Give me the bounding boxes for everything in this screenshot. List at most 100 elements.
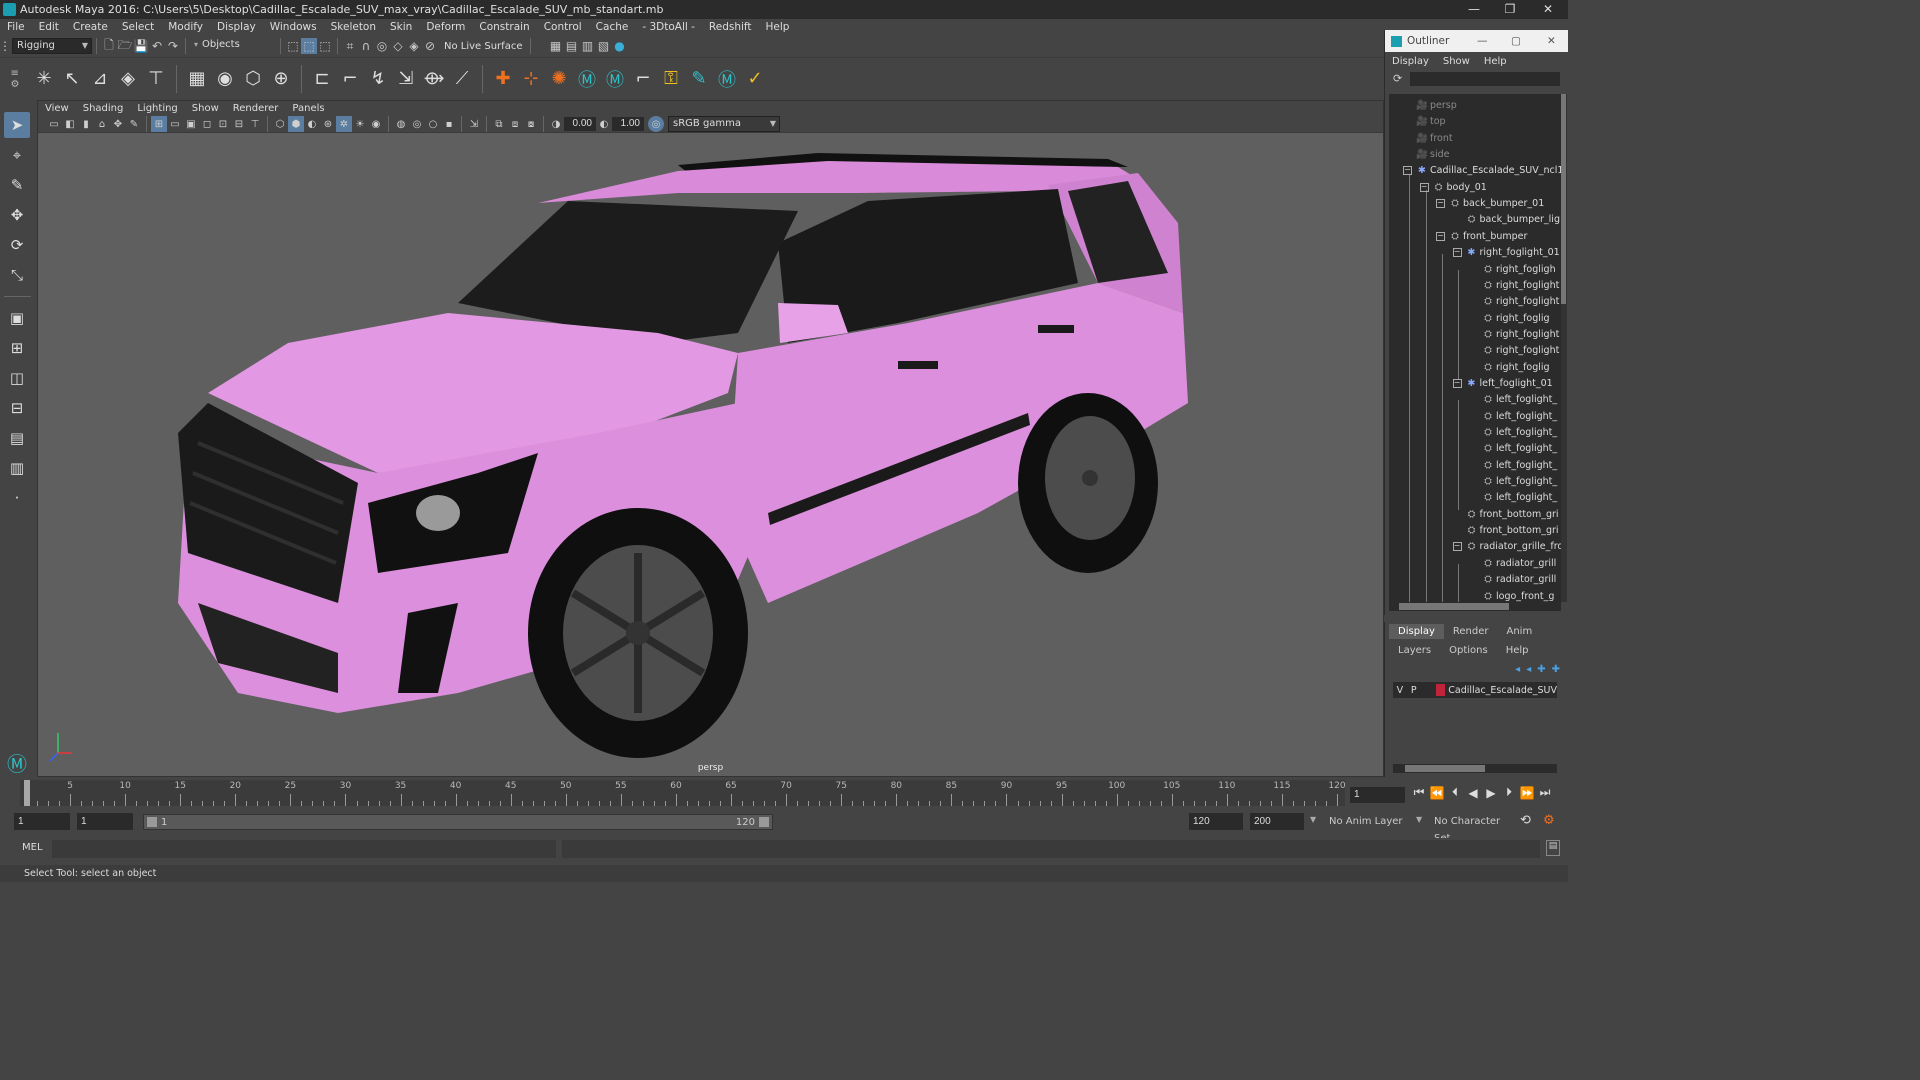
- menu-create[interactable]: Create: [66, 19, 115, 36]
- aim-constraint-icon[interactable]: ⊹: [517, 64, 545, 94]
- exposure-field[interactable]: [564, 117, 596, 131]
- play-forward-icon[interactable]: ▶: [1482, 786, 1500, 800]
- step-forward-frame-icon[interactable]: ⏵: [1500, 785, 1518, 800]
- chevron-down-icon[interactable]: ▼: [1310, 815, 1316, 824]
- layer-name[interactable]: Cadillac_Escalade_SUV: [1448, 685, 1557, 696]
- ik-spline-icon[interactable]: ⊿: [86, 64, 114, 94]
- menu-set-dropdown[interactable]: Rigging ▼: [12, 38, 92, 54]
- collapse-toggle-icon[interactable]: −: [1436, 231, 1445, 241]
- key-icon[interactable]: ⚿: [657, 64, 685, 94]
- cluster-icon[interactable]: ◉: [211, 64, 239, 94]
- viewport-panel[interactable]: View Shading Lighting Show Renderer Pane…: [37, 100, 1384, 777]
- outliner-menu-show[interactable]: Show: [1436, 54, 1477, 70]
- move-tool-icon[interactable]: ✥: [4, 202, 30, 228]
- layer-menu-layers[interactable]: Layers: [1389, 643, 1440, 658]
- menu-edit[interactable]: Edit: [32, 19, 66, 36]
- layer-menu-options[interactable]: Options: [1440, 643, 1497, 658]
- joint-tool-icon[interactable]: ✳: [30, 64, 58, 94]
- script-editor-icon[interactable]: ▤: [1546, 840, 1560, 856]
- rig-tool-icon[interactable]: Ⓜ: [573, 64, 601, 94]
- four-pane-layout-icon[interactable]: ⊞: [4, 335, 30, 361]
- move-layer-down-icon[interactable]: ◂: [1526, 664, 1531, 675]
- outliner-node[interactable]: ⛭ radiator_grill: [1469, 556, 1556, 572]
- xray-joints-icon[interactable]: ⧉: [491, 116, 507, 132]
- timeline-ruler[interactable]: 1510152025303540455055606570758085909510…: [20, 780, 1346, 806]
- viewport-menu-shading[interactable]: Shading: [76, 101, 131, 116]
- menu-control[interactable]: Control: [537, 19, 589, 36]
- wireframe-icon[interactable]: ⬡: [272, 116, 288, 132]
- field-chart-icon[interactable]: ⊡: [215, 116, 231, 132]
- wrap-icon[interactable]: ⬡: [239, 64, 267, 94]
- open-scene-icon[interactable]: 🗁: [117, 38, 133, 54]
- menu-skeleton[interactable]: Skeleton: [324, 19, 383, 36]
- select-component-icon[interactable]: ⬚: [317, 38, 333, 54]
- graph-layout-icon[interactable]: ▥: [4, 455, 30, 481]
- viewport-menu-renderer[interactable]: Renderer: [226, 101, 286, 116]
- outliner-node[interactable]: ⛭ back_bumper_lig: [1453, 212, 1560, 228]
- viewport-menu-view[interactable]: View: [38, 101, 76, 116]
- color-management-icon[interactable]: ◎: [648, 116, 664, 132]
- viewport-menu-show[interactable]: Show: [185, 101, 226, 116]
- safe-action-icon[interactable]: ⊟: [231, 116, 247, 132]
- backface-cull-icon[interactable]: ⧇: [523, 116, 539, 132]
- render-view-icon[interactable]: ▦: [547, 38, 563, 54]
- outliner-node[interactable]: ⛭ front_bottom_gri: [1453, 507, 1559, 523]
- 2d-pan-icon[interactable]: ✥: [110, 116, 126, 132]
- single-pane-layout-icon[interactable]: ▣: [4, 305, 30, 331]
- layer-hscrollbar[interactable]: [1393, 764, 1557, 773]
- redo-icon[interactable]: ↷: [165, 38, 181, 54]
- outliner-node[interactable]: − ⛭ body_01: [1419, 180, 1487, 196]
- scrollbar-thumb[interactable]: [1399, 603, 1509, 610]
- paint-weights-icon[interactable]: ↯: [364, 64, 392, 94]
- snap-surface-icon[interactable]: ◈: [406, 38, 422, 54]
- command-input[interactable]: [52, 840, 556, 858]
- menu-windows[interactable]: Windows: [263, 19, 324, 36]
- selection-mask-dropdown[interactable]: ▾ Objects: [190, 38, 276, 54]
- animation-start-field[interactable]: [14, 813, 70, 830]
- select-object-icon[interactable]: ⬚: [301, 38, 317, 54]
- outliner-node[interactable]: ⛭ left_foglight_: [1469, 425, 1557, 441]
- outliner-search-input[interactable]: [1410, 71, 1561, 86]
- outliner-node[interactable]: ⛭ left_foglight_: [1469, 474, 1557, 490]
- range-end-handle[interactable]: [759, 817, 769, 827]
- layer-visibility-toggle[interactable]: V: [1393, 685, 1407, 696]
- outliner-layout-icon[interactable]: ▤: [4, 425, 30, 451]
- play-backward-icon[interactable]: ◀: [1464, 786, 1482, 800]
- outliner-vscrollbar[interactable]: [1561, 94, 1567, 602]
- close-button[interactable]: ✕: [1547, 35, 1556, 47]
- move-layer-up-icon[interactable]: ◂: [1515, 664, 1520, 675]
- rotate-tool-icon[interactable]: ⟳: [4, 232, 30, 258]
- layer-playback-toggle[interactable]: P: [1407, 685, 1421, 696]
- outliner-node[interactable]: ⛭ right_foglight: [1469, 278, 1559, 294]
- snap-curve-icon[interactable]: ∩: [358, 38, 374, 54]
- maximize-button[interactable]: ▢: [1511, 35, 1521, 47]
- collapse-toggle-icon[interactable]: −: [1452, 248, 1462, 258]
- viewport-menu-lighting[interactable]: Lighting: [130, 101, 184, 116]
- anim-layer-dropdown[interactable]: No Anim Layer: [1323, 813, 1423, 830]
- custom-layout-icon[interactable]: ·: [4, 485, 30, 511]
- animation-end-field[interactable]: [1250, 813, 1304, 830]
- tab-display[interactable]: Display: [1389, 624, 1444, 639]
- new-scene-icon[interactable]: 🗋: [101, 38, 117, 54]
- outliner-node[interactable]: ⛭ left_foglight_: [1469, 392, 1557, 408]
- scale-tool-icon[interactable]: ⤡: [4, 262, 30, 288]
- rigid-bind-icon[interactable]: ⌐: [336, 64, 364, 94]
- outliner-node[interactable]: ⛭ left_foglight_: [1469, 458, 1557, 474]
- step-back-frame-icon[interactable]: ⏴: [1446, 785, 1464, 800]
- bookmark-icon[interactable]: ▮: [78, 116, 94, 132]
- tab-render[interactable]: Render: [1444, 624, 1498, 639]
- undo-icon[interactable]: ↶: [149, 38, 165, 54]
- playback-end-field[interactable]: [1189, 813, 1243, 830]
- sculpt-icon[interactable]: ✎: [685, 64, 713, 94]
- collapse-toggle-icon[interactable]: −: [1452, 378, 1462, 388]
- anti-alias-icon[interactable]: ◎: [409, 116, 425, 132]
- gamma-icon[interactable]: ◐: [596, 116, 612, 132]
- mirror-joint-icon[interactable]: ⊤: [142, 64, 170, 94]
- lasso-tool-icon[interactable]: ⌖: [4, 142, 30, 168]
- close-button[interactable]: ✕: [1530, 0, 1566, 19]
- layer-color-swatch[interactable]: [1436, 684, 1446, 696]
- default-lighting-icon[interactable]: ✲: [336, 116, 352, 132]
- gate-mask-icon[interactable]: ◻: [199, 116, 215, 132]
- outliner-node[interactable]: ⛭ logo_front_g: [1469, 589, 1554, 603]
- layer-row[interactable]: V P Cadillac_Escalade_SUV: [1393, 682, 1557, 698]
